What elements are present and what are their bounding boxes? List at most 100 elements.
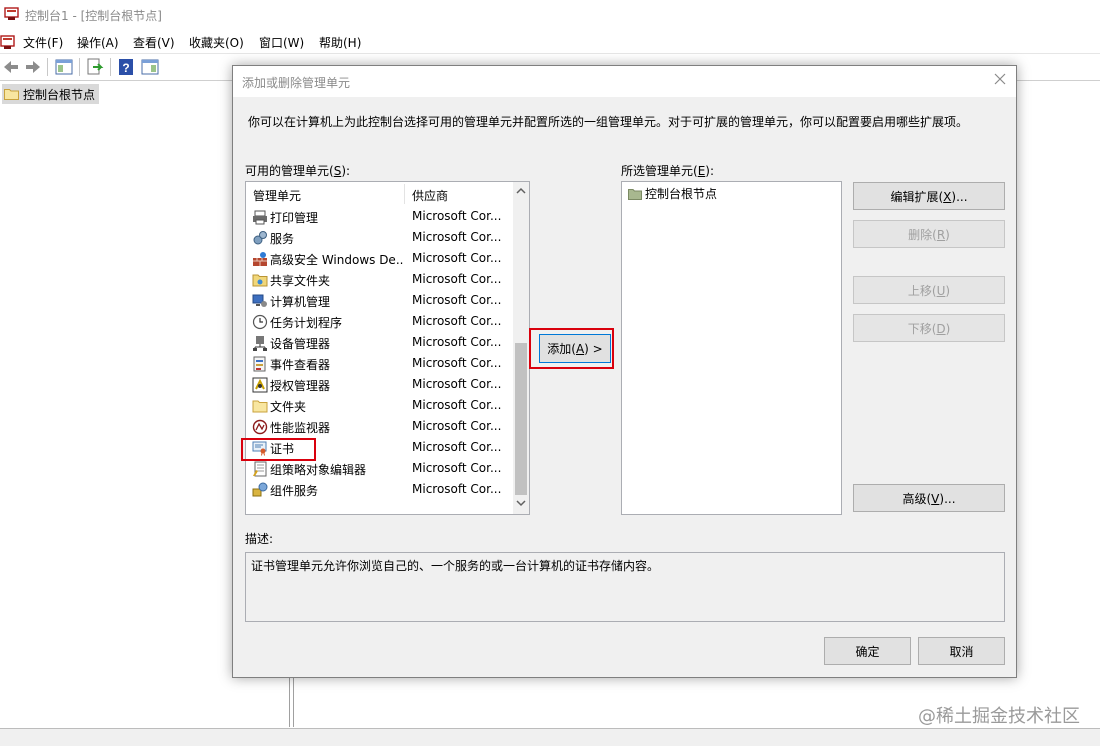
show-hide-action-pane-icon[interactable] bbox=[140, 57, 160, 77]
list-header: 管理单元 供应商 bbox=[246, 182, 513, 205]
move-up-button[interactable]: 上移(U) bbox=[853, 276, 1005, 304]
scrollbar-thumb[interactable] bbox=[515, 343, 527, 495]
snapin-name: 计算机管理 bbox=[270, 295, 331, 309]
snapin-vendor: Microsoft Cor... bbox=[412, 419, 502, 433]
component-services-icon bbox=[252, 482, 268, 497]
snapin-name: 任务计划程序 bbox=[270, 316, 343, 330]
shared-folder-icon bbox=[252, 274, 268, 287]
snapin-vendor: Microsoft Cor... bbox=[412, 440, 502, 454]
snapin-row[interactable]: 事件查看器 Microsoft Cor... bbox=[246, 353, 513, 374]
snapin-row[interactable]: 组件服务 Microsoft Cor... bbox=[246, 479, 513, 500]
dialog-titlebar: 添加或删除管理单元 bbox=[233, 66, 1016, 97]
available-snapins-list[interactable]: 管理单元 供应商 打印管理 Microsoft Cor... 服务 Microsoft… bbox=[245, 181, 530, 515]
snapin-vendor: Microsoft Cor... bbox=[412, 209, 502, 223]
device-manager-icon bbox=[253, 336, 267, 351]
snapin-vendor: Microsoft Cor... bbox=[412, 398, 502, 412]
back-icon[interactable] bbox=[1, 57, 21, 77]
computer-management-icon bbox=[252, 294, 267, 307]
snapin-vendor: Microsoft Cor... bbox=[412, 356, 502, 370]
selected-item-label: 控制台根节点 bbox=[645, 187, 718, 201]
printer-icon bbox=[253, 210, 267, 225]
folder-icon bbox=[4, 89, 19, 100]
scroll-up-icon[interactable] bbox=[516, 186, 526, 196]
tree-item-label: 控制台根节点 bbox=[23, 87, 96, 102]
snapin-row[interactable]: 打印管理 Microsoft Cor... bbox=[246, 206, 513, 227]
snapin-name: 性能监视器 bbox=[270, 421, 331, 435]
export-list-icon[interactable] bbox=[85, 57, 105, 77]
scroll-down-icon[interactable] bbox=[516, 498, 526, 508]
performance-monitor-icon bbox=[252, 419, 268, 435]
snapin-row[interactable]: 授权管理器 Microsoft Cor... bbox=[246, 374, 513, 395]
ok-button[interactable]: 确定 bbox=[824, 637, 911, 665]
snapin-vendor: Microsoft Cor... bbox=[412, 272, 502, 286]
snapin-name: 组策略对象编辑器 bbox=[270, 463, 367, 477]
svg-text:?: ? bbox=[122, 61, 129, 75]
menu-help[interactable]: 帮助(H) bbox=[319, 34, 361, 51]
selected-snapins-label: 所选管理单元(E): bbox=[621, 164, 715, 178]
snapin-name: 授权管理器 bbox=[270, 379, 331, 393]
snapin-vendor: Microsoft Cor... bbox=[412, 293, 502, 307]
column-header-vendor[interactable]: 供应商 bbox=[412, 187, 448, 204]
menu-file[interactable]: 文件(F) bbox=[23, 34, 63, 51]
snapin-name: 打印管理 bbox=[270, 211, 319, 225]
folder-icon bbox=[252, 400, 268, 413]
dialog-intro-text: 你可以在计算机上为此控制台选择可用的管理单元并配置所选的一组管理单元。对于可扩展… bbox=[248, 115, 969, 129]
menu-action[interactable]: 操作(A) bbox=[77, 34, 119, 51]
snapin-row[interactable]: 设备管理器 Microsoft Cor... bbox=[246, 332, 513, 353]
remove-button[interactable]: 删除(R) bbox=[853, 220, 1005, 248]
close-icon[interactable] bbox=[993, 72, 1007, 86]
column-divider[interactable] bbox=[404, 184, 405, 204]
tree-item-console-root[interactable]: 控制台根节点 bbox=[2, 84, 100, 104]
move-down-button[interactable]: 下移(D) bbox=[853, 314, 1005, 342]
menu-favorites[interactable]: 收藏夹(O) bbox=[189, 34, 244, 51]
mmc-app-icon bbox=[4, 7, 19, 20]
snapin-row[interactable]: 文件夹 Microsoft Cor... bbox=[246, 395, 513, 416]
snapin-row[interactable]: 高级安全 Windows De... Microsoft Cor... bbox=[246, 248, 513, 269]
snapin-vendor: Microsoft Cor... bbox=[412, 314, 502, 328]
description-box: 证书管理单元允许你浏览自己的、一个服务的或一台计算机的证书存储内容。 bbox=[245, 552, 1005, 622]
authorization-icon bbox=[252, 377, 268, 393]
snapin-vendor: Microsoft Cor... bbox=[412, 461, 502, 475]
description-text: 证书管理单元允许你浏览自己的、一个服务的或一台计算机的证书存储内容。 bbox=[251, 559, 660, 573]
certificate-highlight-box bbox=[241, 438, 316, 461]
snapin-name: 设备管理器 bbox=[270, 337, 331, 351]
snapin-name: 共享文件夹 bbox=[270, 274, 331, 288]
menu-view[interactable]: 查看(V) bbox=[133, 34, 175, 51]
folder-icon bbox=[628, 188, 642, 200]
firewall-icon bbox=[253, 252, 267, 266]
menubar: 文件(F) 操作(A) 查看(V) 收藏夹(O) 窗口(W) 帮助(H) bbox=[0, 31, 1100, 53]
mdi-child-icon[interactable] bbox=[0, 34, 16, 50]
description-label: 描述: bbox=[245, 532, 274, 546]
menu-window[interactable]: 窗口(W) bbox=[259, 34, 304, 51]
toolbar-separator bbox=[79, 58, 80, 76]
selected-snapins-list[interactable]: 控制台根节点 bbox=[621, 181, 842, 515]
advanced-button[interactable]: 高级(V)... bbox=[853, 484, 1005, 512]
forward-icon[interactable] bbox=[23, 57, 43, 77]
snapin-vendor: Microsoft Cor... bbox=[412, 377, 502, 391]
snapin-row[interactable]: 服务 Microsoft Cor... bbox=[246, 227, 513, 248]
snapin-row[interactable]: 计算机管理 Microsoft Cor... bbox=[246, 290, 513, 311]
available-snapins-label: 可用的管理单元(S): bbox=[245, 164, 351, 178]
snapin-vendor: Microsoft Cor... bbox=[412, 335, 502, 349]
snapin-row[interactable]: 共享文件夹 Microsoft Cor... bbox=[246, 269, 513, 290]
snapin-row[interactable]: 组策略对象编辑器 Microsoft Cor... bbox=[246, 458, 513, 479]
snapin-name: 服务 bbox=[270, 232, 295, 246]
column-header-snapin[interactable]: 管理单元 bbox=[253, 187, 301, 204]
snapin-row[interactable]: 性能监视器 Microsoft Cor... bbox=[246, 416, 513, 437]
event-viewer-icon bbox=[253, 356, 266, 372]
snapin-name: 文件夹 bbox=[270, 400, 307, 414]
edit-extensions-button[interactable]: 编辑扩展(X)... bbox=[853, 182, 1005, 210]
snapin-row[interactable]: 任务计划程序 Microsoft Cor... bbox=[246, 311, 513, 332]
watermark: @稀土掘金技术社区 bbox=[918, 706, 1080, 727]
cancel-button[interactable]: 取消 bbox=[918, 637, 1005, 665]
toolbar-separator bbox=[110, 58, 111, 76]
add-button[interactable]: 添加(A) > bbox=[539, 334, 611, 363]
clock-icon bbox=[252, 314, 268, 330]
snapin-name: 高级安全 Windows De... bbox=[270, 253, 404, 267]
show-hide-tree-icon[interactable] bbox=[54, 57, 74, 77]
vertical-scrollbar[interactable] bbox=[513, 182, 529, 514]
selected-item-console-root[interactable]: 控制台根节点 bbox=[628, 185, 717, 202]
help-icon[interactable]: ? bbox=[116, 57, 136, 77]
snapin-vendor: Microsoft Cor... bbox=[412, 251, 502, 265]
status-bar bbox=[0, 728, 1100, 746]
